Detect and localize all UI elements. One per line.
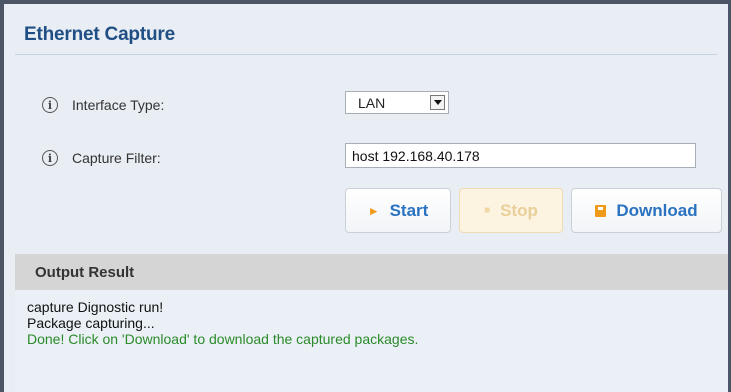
title-divider [15, 54, 717, 55]
info-icon[interactable]: i [42, 150, 58, 166]
output-result-header: Output Result [15, 254, 728, 290]
info-icon[interactable]: i [42, 97, 58, 113]
download-button[interactable]: Download [571, 188, 722, 233]
stop-button-label: Stop [500, 200, 538, 220]
download-button-label: Download [616, 200, 698, 220]
play-icon: ► [367, 203, 380, 218]
stop-button[interactable]: ■ Stop [459, 188, 563, 233]
output-result-log: capture Dignostic run! Package capturing… [15, 290, 728, 392]
interface-type-label: Interface Type: [72, 97, 165, 113]
capture-filter-input[interactable] [345, 143, 696, 168]
capture-filter-row: i Capture Filter: [42, 146, 161, 170]
ethernet-capture-panel: Ethernet Capture i Interface Type: LAN i… [0, 0, 731, 392]
log-line: capture Dignostic run! [27, 299, 164, 315]
interface-type-select[interactable]: LAN [345, 91, 449, 114]
save-icon [595, 204, 607, 217]
log-line: Package capturing... [27, 315, 155, 331]
interface-type-value: LAN [358, 94, 386, 111]
interface-type-row: i Interface Type: [42, 93, 164, 117]
page-title: Ethernet Capture [24, 24, 175, 45]
start-button-label: Start [389, 200, 429, 220]
log-line-done: Done! Click on 'Download' to download th… [27, 331, 419, 347]
capture-filter-label: Capture Filter: [72, 150, 161, 166]
chevron-down-icon[interactable] [430, 95, 445, 110]
stop-icon: ■ [484, 205, 491, 216]
start-button[interactable]: ► Start [345, 188, 451, 233]
